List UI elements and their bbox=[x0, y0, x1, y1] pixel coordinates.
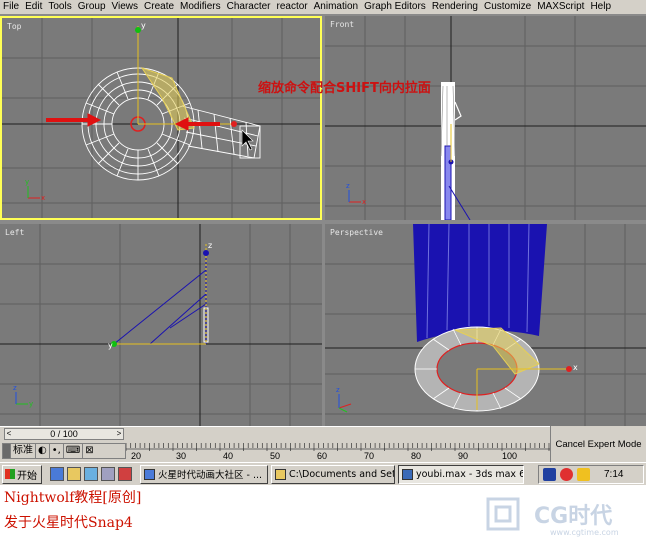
menu-views[interactable]: Views bbox=[109, 0, 142, 14]
folder-icon[interactable] bbox=[67, 467, 81, 481]
menu-animation[interactable]: Animation bbox=[311, 0, 361, 14]
ruler-label: 70 bbox=[364, 451, 375, 461]
ruler-label: 20 bbox=[131, 451, 142, 461]
viewport-top[interactable]: Top y x y bbox=[0, 16, 322, 220]
viewport-label-perspective: Perspective bbox=[330, 228, 383, 237]
cgtime-logo: CG时代 www.cgtime.com bbox=[486, 497, 619, 537]
gizmo-x-handle bbox=[231, 121, 237, 127]
ime-moon-icon[interactable]: ◐ bbox=[36, 444, 50, 458]
viewport-label-left: Left bbox=[5, 228, 25, 237]
svg-text:x: x bbox=[573, 363, 578, 372]
menu-bar: File Edit Tools Group Views Create Modif… bbox=[0, 0, 646, 14]
3dsmax-icon bbox=[402, 468, 413, 480]
viewport-area: Top y x y Front x z Left y z y z Perspec… bbox=[0, 14, 646, 426]
ruler-label: 60 bbox=[317, 451, 328, 461]
svg-text:y: y bbox=[25, 178, 29, 186]
svg-text:www.cgtime.com: www.cgtime.com bbox=[550, 528, 619, 537]
svg-text:x: x bbox=[362, 198, 366, 206]
taskbar: 开始 火星时代动画大社区 - ... C:\Documents and Sett… bbox=[0, 462, 646, 485]
ruler-label: 100 bbox=[502, 451, 518, 461]
caption-strip: Nightwolf教程[原创] 发于火星时代Snap4 CG时代 www.cgt… bbox=[0, 485, 646, 539]
taskbar-item-3dsmax[interactable]: youbi.max - 3ds max 6 - ... bbox=[398, 464, 524, 484]
ruler-label: 50 bbox=[270, 451, 281, 461]
volume-icon[interactable] bbox=[577, 468, 590, 481]
menu-maxscript[interactable]: MAXScript bbox=[534, 0, 587, 14]
ime-grip[interactable] bbox=[3, 444, 11, 458]
menu-tools[interactable]: Tools bbox=[45, 0, 74, 14]
keyboard-layout-icon[interactable] bbox=[543, 468, 556, 481]
frame-ruler bbox=[126, 443, 550, 451]
ruler-label: 40 bbox=[223, 451, 234, 461]
menu-file[interactable]: File bbox=[0, 0, 22, 14]
antivirus-icon[interactable] bbox=[560, 468, 573, 481]
svg-text:x: x bbox=[41, 194, 45, 202]
viewport-front-canvas: x z bbox=[325, 16, 646, 220]
cylinder-shaded bbox=[413, 224, 547, 412]
svg-text:y: y bbox=[29, 400, 33, 408]
gizmo-y-label: y bbox=[141, 21, 146, 30]
taskbar-item-explorer[interactable]: C:\Documents and Setti... bbox=[271, 464, 395, 484]
time-slider[interactable]: 0 / 100 bbox=[4, 428, 124, 440]
cancel-expert-mode-button[interactable]: Cancel Expert Mode bbox=[550, 426, 646, 462]
ime-toolbar: 标准 ◐ •, ⌨ ⊠ bbox=[2, 443, 126, 459]
outlook-icon[interactable] bbox=[84, 467, 98, 481]
ruler-label: 90 bbox=[458, 451, 469, 461]
svg-text:z: z bbox=[346, 182, 350, 190]
ruler-label: 30 bbox=[176, 451, 187, 461]
caption-line-2: 发于火星时代Snap4 bbox=[4, 515, 133, 531]
menu-customize[interactable]: Customize bbox=[481, 0, 534, 14]
viewport-front[interactable]: Front x z bbox=[325, 16, 646, 220]
desktop-icon[interactable] bbox=[101, 467, 115, 481]
menu-character[interactable]: Character bbox=[224, 0, 274, 14]
system-tray: 7:14 bbox=[538, 465, 644, 484]
axis-tripod-left bbox=[15, 392, 28, 405]
svg-text:z: z bbox=[13, 384, 17, 392]
svg-text:CG时代: CG时代 bbox=[534, 504, 612, 529]
viewport-left-canvas: y z y z bbox=[0, 224, 322, 426]
viewport-left[interactable]: Left y z y z bbox=[0, 224, 322, 426]
viewport-top-canvas: y x y bbox=[2, 18, 320, 218]
axis-tripod-top bbox=[27, 186, 40, 199]
folder-icon bbox=[275, 468, 286, 480]
clock[interactable]: 7:14 bbox=[604, 469, 623, 480]
menu-group[interactable]: Group bbox=[75, 0, 109, 14]
taskbar-item-forum[interactable]: 火星时代动画大社区 - ... bbox=[140, 464, 268, 484]
mesh-front-view bbox=[440, 82, 471, 220]
time-slider-prev-button[interactable]: < bbox=[4, 428, 14, 440]
viewport-perspective-canvas: x z bbox=[325, 224, 646, 426]
browser-icon[interactable] bbox=[50, 467, 64, 481]
menu-edit[interactable]: Edit bbox=[22, 0, 45, 14]
media-icon[interactable] bbox=[118, 467, 132, 481]
time-slider-next-button[interactable]: > bbox=[114, 428, 124, 440]
annotation-text: 缩放命令配合SHIFT向内拉面 bbox=[258, 81, 431, 96]
mesh-left-view bbox=[113, 254, 209, 345]
viewport-perspective[interactable]: Perspective x z bbox=[325, 224, 646, 426]
windows-logo-icon bbox=[5, 469, 15, 479]
axis-tripod-front bbox=[348, 190, 361, 203]
gizmo-x-handle bbox=[566, 366, 572, 372]
viewport-label-front: Front bbox=[330, 20, 355, 29]
svg-text:y: y bbox=[108, 341, 113, 350]
menu-reactor[interactable]: reactor bbox=[274, 0, 311, 14]
ime-punct-icon[interactable]: •, bbox=[50, 444, 64, 458]
menu-help[interactable]: Help bbox=[587, 0, 614, 14]
axis-tripod-perspective bbox=[338, 394, 352, 413]
menu-graph-editors[interactable]: Graph Editors bbox=[361, 0, 429, 14]
ruler-label: 80 bbox=[411, 451, 422, 461]
menu-create[interactable]: Create bbox=[141, 0, 177, 14]
svg-text:z: z bbox=[208, 241, 212, 250]
caption-line-1: Nightwolf教程[原创] bbox=[4, 490, 142, 506]
start-label: 开始 bbox=[17, 470, 37, 482]
menu-modifiers[interactable]: Modifiers bbox=[177, 0, 224, 14]
ie-icon bbox=[144, 468, 155, 480]
menu-rendering[interactable]: Rendering bbox=[429, 0, 481, 14]
keyboard-icon[interactable]: ⌨ bbox=[64, 444, 84, 458]
ime-close-icon[interactable]: ⊠ bbox=[83, 444, 95, 458]
start-button[interactable]: 开始 bbox=[2, 464, 42, 484]
svg-text:z: z bbox=[336, 386, 340, 394]
gizmo-z-handle bbox=[203, 250, 209, 256]
viewport-label-top: Top bbox=[7, 22, 22, 31]
ime-mode-button[interactable]: 标准 bbox=[11, 444, 36, 458]
